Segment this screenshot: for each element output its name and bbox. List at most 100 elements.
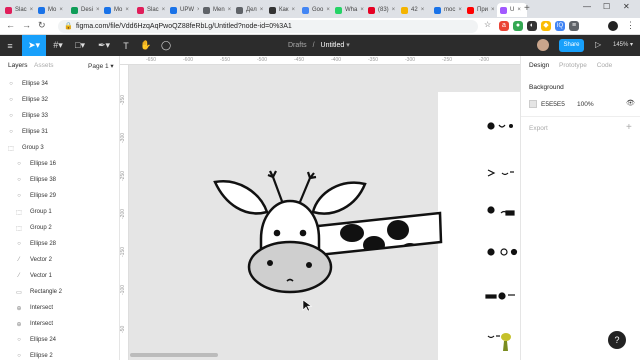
tab-close-icon[interactable]: ×: [291, 7, 295, 13]
layer-row[interactable]: ⊕ Intersect: [14, 300, 53, 316]
layer-row[interactable]: ○ Ellipse 32: [6, 92, 48, 108]
share-button[interactable]: Share: [559, 39, 584, 52]
layer-row[interactable]: ⬚ Group 1: [14, 204, 52, 220]
extension-icon[interactable]: ◐: [527, 21, 537, 31]
main-menu-icon[interactable]: ≡: [0, 35, 20, 56]
background-opacity-input[interactable]: 100%: [577, 101, 594, 108]
browser-menu-icon[interactable]: ⋮: [626, 20, 635, 31]
browser-tab[interactable]: (83) ×: [365, 3, 397, 17]
layer-row[interactable]: ○ Ellipse 31: [6, 124, 48, 140]
tab-design[interactable]: Design: [529, 62, 549, 69]
giraffe-illustration[interactable]: [120, 56, 520, 360]
layer-row[interactable]: ○ Ellipse 16: [14, 156, 56, 172]
figma-toolbar: ≡ ➤▾ #▾ □▾ ✒▾ T ✋ ◯ Drafts / Untitled ▾ …: [0, 35, 640, 56]
browser-tab[interactable]: U ×: [497, 3, 527, 17]
layer-row[interactable]: ⬚ Group 3: [6, 140, 44, 156]
layer-row[interactable]: ○ Ellipse 33: [6, 108, 48, 124]
layer-row[interactable]: ○ Ellipse 2: [14, 348, 53, 364]
new-tab-button[interactable]: +: [524, 3, 530, 14]
tab-close-icon[interactable]: ×: [260, 7, 264, 13]
background-color-swatch[interactable]: [529, 100, 537, 108]
tab-close-icon[interactable]: ×: [96, 7, 100, 13]
layer-row[interactable]: ⊕ Intersect: [14, 316, 53, 332]
move-tool-icon[interactable]: ➤▾: [22, 35, 46, 56]
text-tool-icon[interactable]: T: [116, 35, 136, 56]
present-play-icon[interactable]: ▷: [595, 40, 601, 49]
layer-row[interactable]: ○ Ellipse 29: [14, 188, 56, 204]
layer-row[interactable]: ▭ Rectangle 2: [14, 284, 62, 300]
layer-row[interactable]: ○ Ellipse 38: [14, 172, 56, 188]
browser-tab[interactable]: Men ×: [200, 3, 232, 17]
pen-tool-icon[interactable]: ✒▾: [94, 35, 114, 56]
browser-tab[interactable]: Desi ×: [68, 3, 100, 17]
extension-icon[interactable]: ●: [513, 21, 523, 31]
tab-close-icon[interactable]: ×: [458, 7, 462, 13]
tab-favicon-icon: [203, 6, 210, 14]
horizontal-scrollbar[interactable]: [130, 353, 218, 357]
zoom-level[interactable]: 145% ▾: [613, 41, 633, 48]
minimize-icon[interactable]: —: [583, 2, 591, 11]
maximize-icon[interactable]: ☐: [603, 2, 610, 11]
browser-tab[interactable]: Mo ×: [101, 3, 133, 17]
extension-icon[interactable]: IQ: [555, 21, 565, 31]
profile-avatar[interactable]: [608, 21, 618, 31]
tab-close-icon[interactable]: ×: [30, 7, 34, 13]
browser-tab[interactable]: Wha ×: [332, 3, 364, 17]
add-export-button[interactable]: +: [626, 122, 632, 133]
tab-close-icon[interactable]: ×: [228, 7, 232, 13]
chevron-down-icon[interactable]: ▾: [346, 42, 350, 49]
tab-close-icon[interactable]: ×: [392, 7, 396, 13]
vector-layer-icon: ⁄: [18, 273, 20, 279]
avatar[interactable]: [537, 39, 549, 51]
browser-tab[interactable]: Goo ×: [299, 3, 331, 17]
forward-icon[interactable]: →: [22, 20, 31, 30]
tab-close-icon[interactable]: ×: [125, 7, 129, 13]
url-field[interactable]: 🔒 figma.com/file/Vdd6HzqAqPwoQZ88feRbLg/…: [58, 20, 478, 33]
tab-close-icon[interactable]: ×: [421, 7, 425, 13]
browser-tab[interactable]: 42 ×: [398, 3, 430, 17]
layer-row[interactable]: ⁄ Vector 1: [14, 268, 52, 284]
crumb-drafts[interactable]: Drafts: [288, 42, 307, 49]
help-button[interactable]: ?: [608, 331, 626, 349]
tab-code[interactable]: Code: [597, 62, 613, 69]
tab-close-icon[interactable]: ×: [360, 7, 364, 13]
browser-tab[interactable]: Дел ×: [233, 3, 265, 17]
file-name[interactable]: Untitled: [321, 42, 345, 49]
tab-layers[interactable]: Layers: [8, 62, 28, 69]
extension-icon[interactable]: a: [499, 21, 509, 31]
tab-assets[interactable]: Assets: [34, 62, 54, 69]
shape-tool-icon[interactable]: □▾: [70, 35, 90, 56]
layer-row[interactable]: ○ Ellipse 24: [14, 332, 56, 348]
eye-icon[interactable]: 👁: [626, 99, 635, 107]
browser-tab[interactable]: Slac ×: [134, 3, 166, 17]
frame-tool-icon[interactable]: #▾: [48, 35, 68, 56]
browser-tab[interactable]: Slac ×: [2, 3, 34, 17]
browser-tab[interactable]: Mo ×: [35, 3, 67, 17]
extension-icon[interactable]: ≡: [569, 21, 579, 31]
layer-row[interactable]: ○ Ellipse 34: [6, 76, 48, 92]
background-hex-input[interactable]: E5E5E5: [541, 101, 565, 108]
browser-tab[interactable]: moc ×: [431, 3, 463, 17]
bookmark-star-icon[interactable]: ☆: [484, 20, 491, 29]
hand-tool-icon[interactable]: ✋: [136, 35, 156, 56]
tab-close-icon[interactable]: ×: [59, 7, 63, 13]
canvas[interactable]: -650 -600 -550 -500 -450 -400 -350 -300 -250 -200…: [120, 56, 520, 360]
close-window-icon[interactable]: ✕: [623, 2, 630, 11]
tab-close-icon[interactable]: ×: [517, 7, 521, 13]
tab-close-icon[interactable]: ×: [326, 7, 330, 13]
tab-close-icon[interactable]: ×: [162, 7, 166, 13]
browser-tab[interactable]: При ×: [464, 3, 496, 17]
tab-prototype[interactable]: Prototype: [559, 62, 587, 69]
browser-tab[interactable]: UPW ×: [167, 3, 199, 17]
page-selector[interactable]: Page 1 ▾: [88, 62, 114, 70]
tab-close-icon[interactable]: ×: [491, 7, 495, 13]
tab-close-icon[interactable]: ×: [197, 7, 199, 13]
layer-row[interactable]: ⁄ Vector 2: [14, 252, 52, 268]
layer-row[interactable]: ○ Ellipse 28: [14, 236, 56, 252]
comment-tool-icon[interactable]: ◯: [156, 35, 176, 56]
back-icon[interactable]: ←: [6, 20, 15, 30]
browser-tab[interactable]: Как ×: [266, 3, 298, 17]
reload-icon[interactable]: ↻: [38, 20, 46, 31]
extension-icon[interactable]: ◆: [541, 21, 551, 31]
layer-row[interactable]: ⬚ Group 2: [14, 220, 52, 236]
